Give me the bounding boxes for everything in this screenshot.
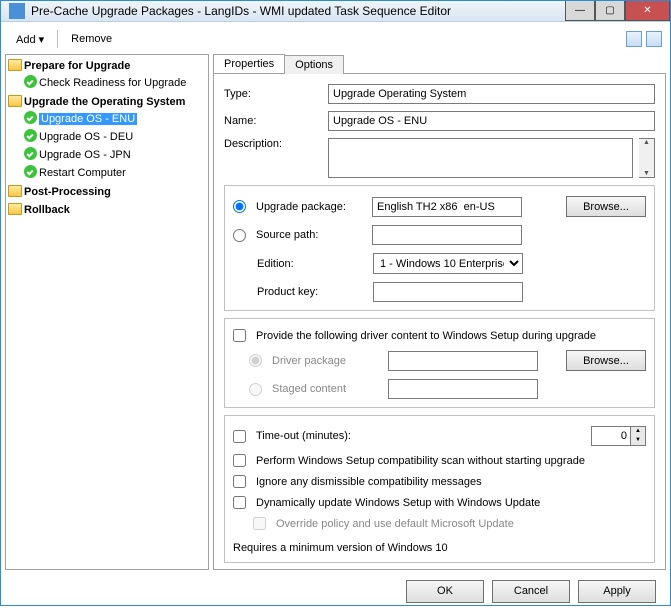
- tree-item-check-readiness[interactable]: Check Readiness for Upgrade: [24, 74, 206, 92]
- upgrade-package-radio[interactable]: [233, 200, 246, 213]
- remove-button[interactable]: Remove: [64, 30, 119, 48]
- window-controls: — ▢ ✕: [565, 1, 670, 21]
- app-icon: [9, 3, 25, 19]
- upgrade-package-label: Upgrade package:: [256, 201, 366, 213]
- tab-properties[interactable]: Properties: [213, 54, 285, 73]
- check-icon: [24, 111, 37, 124]
- timeout-field[interactable]: [591, 426, 631, 446]
- driver-content-group: Provide the following driver content to …: [224, 318, 655, 408]
- staged-content-radio: [249, 383, 262, 396]
- override-policy-checkbox: [253, 517, 266, 530]
- check-icon: [24, 165, 37, 178]
- override-policy-label: Override policy and use default Microsof…: [276, 518, 514, 530]
- window-body: Add ▾ Remove Prepare for Upgrade Check R…: [1, 22, 670, 614]
- source-path-field[interactable]: [372, 225, 522, 245]
- options-group: Time-out (minutes): ▲▼ Perform Windows S…: [224, 415, 655, 563]
- folder-icon: [8, 185, 22, 197]
- description-label: Description:: [224, 138, 322, 150]
- tree-group-upgrade-os[interactable]: Upgrade the Operating System Upgrade OS …: [8, 93, 206, 183]
- tree-item-upgrade-deu[interactable]: Upgrade OS - DEU: [24, 128, 206, 146]
- staged-content-label: Staged content: [272, 383, 382, 395]
- tree-item-restart[interactable]: Restart Computer: [24, 164, 206, 182]
- tab-strip: Properties Options: [213, 54, 666, 73]
- toolbar: Add ▾ Remove: [5, 26, 666, 52]
- type-field: [328, 84, 655, 104]
- action-icon[interactable]: [646, 31, 662, 47]
- timeout-label: Time-out (minutes):: [256, 430, 351, 442]
- chevron-up-icon[interactable]: ▲: [631, 427, 645, 436]
- name-field[interactable]: [328, 111, 655, 131]
- folder-icon: [8, 59, 22, 71]
- driver-content-checkbox[interactable]: [233, 329, 246, 342]
- tree-item-upgrade-jpn[interactable]: Upgrade OS - JPN: [24, 146, 206, 164]
- tree-group-rollback[interactable]: Rollback: [8, 201, 206, 219]
- product-key-label: Product key:: [257, 286, 367, 298]
- dynamic-update-label: Dynamically update Windows Setup with Wi…: [256, 497, 540, 509]
- edition-label: Edition:: [257, 258, 367, 270]
- task-sequence-editor-window: Pre-Cache Upgrade Packages - LangIDs - W…: [0, 0, 671, 606]
- cancel-button[interactable]: Cancel: [492, 580, 570, 603]
- source-path-label: Source path:: [256, 229, 366, 241]
- tree-group-prepare[interactable]: Prepare for Upgrade Check Readiness for …: [8, 57, 206, 93]
- minimize-button[interactable]: —: [565, 1, 595, 21]
- main-area: Prepare for Upgrade Check Readiness for …: [5, 54, 666, 570]
- edition-select[interactable]: 1 - Windows 10 Enterprise: [373, 253, 523, 274]
- tree-pane[interactable]: Prepare for Upgrade Check Readiness for …: [5, 54, 209, 570]
- titlebar[interactable]: Pre-Cache Upgrade Packages - LangIDs - W…: [1, 1, 670, 22]
- driver-package-field: [388, 351, 538, 371]
- driver-package-browse-button[interactable]: Browse...: [566, 350, 646, 371]
- upgrade-package-browse-button[interactable]: Browse...: [566, 196, 646, 217]
- check-icon: [24, 129, 37, 142]
- driver-content-label: Provide the following driver content to …: [256, 330, 596, 342]
- description-scroll[interactable]: ▲▼: [639, 138, 655, 178]
- source-path-radio[interactable]: [233, 229, 246, 242]
- timeout-checkbox[interactable]: [233, 430, 246, 443]
- ignore-messages-checkbox[interactable]: [233, 475, 246, 488]
- requires-note: Requires a minimum version of Windows 10: [233, 542, 646, 554]
- apply-button[interactable]: Apply: [578, 580, 656, 603]
- tree-group-post[interactable]: Post-Processing: [8, 183, 206, 201]
- ignore-messages-label: Ignore any dismissible compatibility mes…: [256, 476, 482, 488]
- row-type: Type:: [224, 84, 655, 104]
- tab-options[interactable]: Options: [284, 55, 344, 74]
- check-icon: [24, 75, 37, 88]
- name-label: Name:: [224, 115, 322, 127]
- upgrade-package-field: [372, 197, 522, 217]
- dynamic-update-checkbox[interactable]: [233, 496, 246, 509]
- folder-icon: [8, 203, 22, 215]
- compat-scan-label: Perform Windows Setup compatibility scan…: [256, 455, 585, 467]
- tree-item-upgrade-enu[interactable]: Upgrade OS - ENU: [24, 110, 206, 128]
- type-label: Type:: [224, 88, 322, 100]
- check-icon: [24, 147, 37, 160]
- description-field[interactable]: [328, 138, 633, 178]
- staged-content-field: [388, 379, 538, 399]
- refresh-icon[interactable]: [626, 31, 642, 47]
- dialog-footer: OK Cancel Apply: [5, 572, 666, 610]
- properties-panel: Type: Name: Description: ▲▼: [213, 73, 666, 570]
- compat-scan-checkbox[interactable]: [233, 454, 246, 467]
- ok-button[interactable]: OK: [406, 580, 484, 603]
- chevron-down-icon[interactable]: ▼: [631, 436, 645, 445]
- timeout-spinner[interactable]: ▲▼: [591, 426, 646, 446]
- close-button[interactable]: ✕: [625, 1, 670, 21]
- folder-icon: [8, 95, 22, 107]
- driver-package-label: Driver package: [272, 355, 382, 367]
- product-key-field[interactable]: [373, 282, 523, 302]
- maximize-button[interactable]: ▢: [595, 1, 625, 21]
- window-title: Pre-Cache Upgrade Packages - LangIDs - W…: [31, 4, 565, 18]
- toolbar-separator: [57, 30, 58, 48]
- add-menu-button[interactable]: Add ▾: [9, 30, 51, 49]
- right-pane: Properties Options Type: Name: Descripti…: [213, 54, 666, 570]
- upgrade-source-group: Upgrade package: Browse... Source path:: [224, 185, 655, 311]
- driver-package-radio: [249, 354, 262, 367]
- row-name: Name:: [224, 111, 655, 131]
- row-description: Description: ▲▼: [224, 138, 655, 178]
